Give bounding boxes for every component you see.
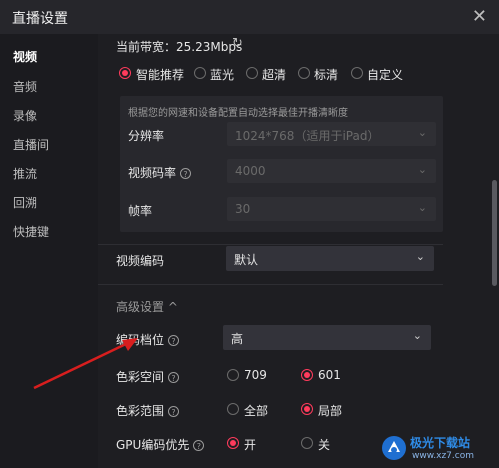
watermark-logo-icon [382, 436, 406, 460]
watermark: 极光下载站 www.xz7.com [380, 432, 496, 466]
annotation-arrow [33, 338, 138, 390]
watermark-url: www.xz7.com [412, 451, 474, 461]
watermark-name: 极光下载站 [410, 436, 471, 450]
